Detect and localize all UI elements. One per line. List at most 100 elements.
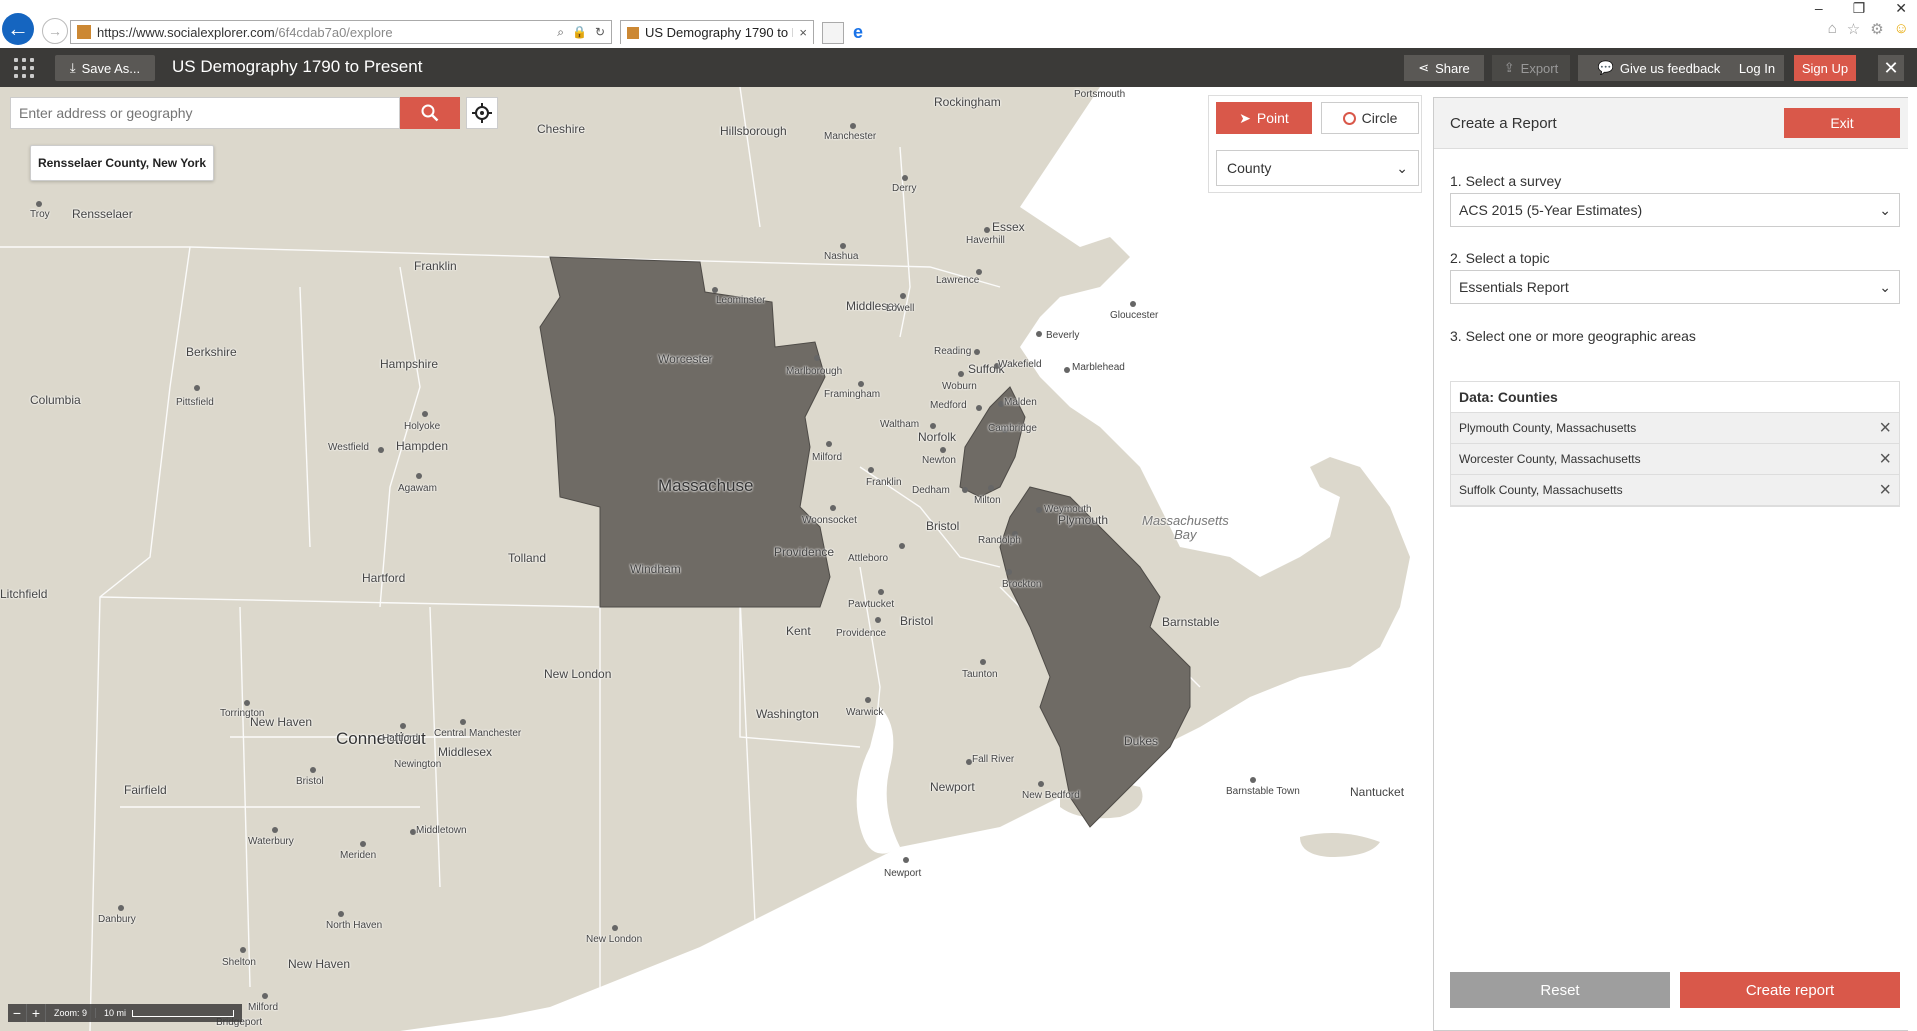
city-dot bbox=[262, 993, 268, 999]
remove-icon[interactable]: × bbox=[1879, 449, 1891, 469]
circle-icon bbox=[1342, 111, 1356, 125]
city-dot bbox=[244, 700, 250, 706]
locate-button[interactable] bbox=[466, 97, 498, 129]
city-dot bbox=[900, 293, 906, 299]
new-tab-button[interactable] bbox=[822, 22, 844, 44]
city-label: Medford bbox=[930, 400, 967, 411]
favorites-star-icon[interactable]: ☆ bbox=[1847, 20, 1860, 38]
county-label: Kent bbox=[786, 624, 811, 638]
share-button[interactable]: ⋖ Share bbox=[1404, 55, 1484, 81]
feedback-smiley-icon[interactable]: ☺ bbox=[1894, 20, 1909, 38]
city-label: Leominster bbox=[716, 295, 766, 306]
city-label: Shelton bbox=[222, 957, 256, 968]
island-nantucket bbox=[1300, 833, 1380, 857]
city-dot bbox=[826, 441, 832, 447]
water-label: Massachusetts Bay bbox=[1142, 513, 1229, 542]
step3-label: 3. Select one or more geographic areas bbox=[1450, 328, 1696, 344]
app-toolbar: ⤓ Save As... US Demography 1790 to Prese… bbox=[0, 48, 1917, 87]
city-dot bbox=[400, 723, 406, 729]
settings-gear-icon[interactable]: ⚙ bbox=[1870, 20, 1883, 38]
search-icon[interactable]: ⌕ bbox=[557, 25, 564, 40]
city-dot bbox=[360, 841, 366, 847]
apps-grid-icon[interactable] bbox=[14, 58, 34, 78]
city-dot bbox=[940, 447, 946, 453]
city-dot bbox=[984, 227, 990, 233]
map-canvas[interactable]: Massachuse Connecticut Massachusetts Bay … bbox=[0, 87, 1433, 1031]
city-dot bbox=[899, 543, 905, 549]
refresh-icon[interactable]: ↻ bbox=[595, 25, 605, 40]
city-dot bbox=[1250, 777, 1256, 783]
back-arrow-icon[interactable]: ← bbox=[2, 13, 34, 45]
city-label: Middletown bbox=[416, 825, 467, 836]
signup-button[interactable]: Sign Up bbox=[1794, 55, 1856, 81]
city-label: Attleboro bbox=[848, 553, 889, 564]
city-dot bbox=[422, 411, 428, 417]
county-label: Worcester bbox=[658, 352, 713, 366]
topic-select[interactable]: Essentials Report ⌄ bbox=[1450, 270, 1900, 304]
close-icon[interactable]: ✕ bbox=[1878, 55, 1904, 81]
city-label: Derry bbox=[892, 183, 917, 194]
city-dot bbox=[903, 857, 909, 863]
search-box[interactable] bbox=[10, 97, 401, 129]
city-dot bbox=[1130, 301, 1136, 307]
lock-icon[interactable]: 🔒 bbox=[572, 25, 587, 40]
export-button[interactable]: ⇪ Export bbox=[1492, 55, 1570, 81]
city-dot bbox=[868, 467, 874, 473]
city-label: Randolph bbox=[978, 535, 1021, 546]
geography-level-select[interactable]: County ⌄ bbox=[1216, 150, 1419, 186]
city-label: Gloucester bbox=[1110, 310, 1159, 321]
city-label: Marblehead bbox=[1072, 362, 1125, 373]
forward-arrow-icon[interactable]: → bbox=[42, 18, 68, 44]
remove-icon[interactable]: × bbox=[1879, 480, 1891, 500]
city-label: Taunton bbox=[962, 669, 998, 680]
city-dot bbox=[272, 827, 278, 833]
export-icon: ⇪ bbox=[1503, 60, 1515, 75]
areas-header: Data: Counties bbox=[1451, 382, 1899, 413]
download-icon: ⤓ bbox=[69, 60, 76, 75]
feedback-button[interactable]: 💬 Give us feedback bbox=[1578, 55, 1740, 81]
city-label: Torrington bbox=[220, 708, 265, 719]
county-label: Cheshire bbox=[537, 122, 586, 136]
city-label: Woburn bbox=[942, 381, 977, 392]
circle-mode-button[interactable]: Circle bbox=[1321, 102, 1419, 134]
report-panel: Create a Report Exit 1. Select a survey … bbox=[1433, 87, 1917, 1031]
exit-button[interactable]: Exit bbox=[1784, 108, 1900, 138]
restore-icon[interactable]: ❐ bbox=[1853, 0, 1866, 17]
selected-areas-list: Data: Counties Plymouth County, Massachu… bbox=[1450, 381, 1900, 507]
county-label: Hampshire bbox=[380, 357, 439, 371]
city-label: Malden bbox=[1004, 397, 1037, 408]
city-dot bbox=[958, 371, 964, 377]
city-dot bbox=[240, 947, 246, 953]
close-window-icon[interactable]: ✕ bbox=[1895, 0, 1907, 17]
login-button[interactable]: Log In bbox=[1730, 55, 1784, 81]
city-dot bbox=[902, 175, 908, 181]
minimize-icon[interactable]: – bbox=[1815, 0, 1823, 17]
create-report-button[interactable]: Create report bbox=[1680, 972, 1900, 1008]
point-mode-button[interactable]: ➤ Point bbox=[1216, 102, 1312, 134]
zoom-in-button[interactable]: + bbox=[27, 1004, 46, 1022]
save-as-button[interactable]: ⤓ Save As... bbox=[55, 55, 155, 81]
survey-select[interactable]: ACS 2015 (5-Year Estimates) ⌄ bbox=[1450, 193, 1900, 227]
city-label: Westfield bbox=[328, 442, 369, 453]
reset-button[interactable]: Reset bbox=[1450, 972, 1670, 1008]
home-icon[interactable]: ⌂ bbox=[1828, 20, 1837, 38]
step2-label: 2. Select a topic bbox=[1450, 250, 1550, 266]
city-label: Waltham bbox=[880, 419, 920, 430]
city-dot bbox=[875, 617, 881, 623]
search-button[interactable] bbox=[400, 97, 460, 129]
crosshair-icon bbox=[472, 103, 492, 123]
browser-tab[interactable]: US Demography 1790 to Pr... × bbox=[620, 20, 814, 44]
county-label: Washington bbox=[756, 707, 819, 721]
city-dot bbox=[1006, 569, 1012, 575]
city-dot bbox=[988, 485, 994, 491]
url-text: https://www.socialexplorer.com/6f4cdab7a… bbox=[97, 24, 393, 40]
zoom-out-button[interactable]: − bbox=[8, 1004, 27, 1022]
search-input[interactable] bbox=[11, 98, 401, 128]
city-label: Danbury bbox=[98, 914, 136, 925]
tab-close-icon[interactable]: × bbox=[793, 25, 813, 40]
city-label: Meriden bbox=[340, 850, 377, 861]
ie-logo-icon: e bbox=[852, 22, 863, 42]
remove-icon[interactable]: × bbox=[1879, 418, 1891, 438]
zoom-level: Zoom: 9 bbox=[46, 1008, 97, 1018]
address-bar[interactable]: https://www.socialexplorer.com/6f4cdab7a… bbox=[70, 20, 612, 44]
